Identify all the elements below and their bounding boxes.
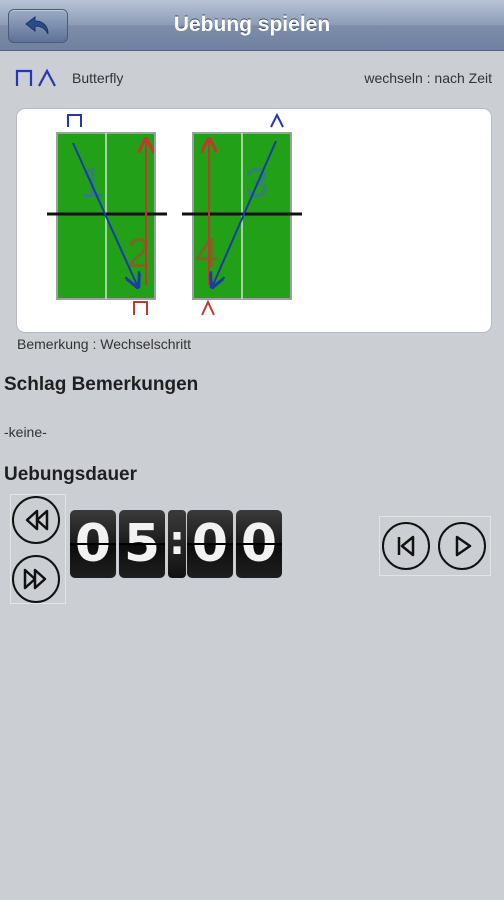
- table-diagram: 1 2 3 4: [47, 112, 302, 316]
- butterfly-icon: [15, 68, 56, 87]
- timer-separator: :: [168, 510, 186, 578]
- timer-digit: 5: [119, 510, 165, 578]
- stroke-remarks-title: Schlag Bemerkungen: [4, 374, 199, 395]
- backhand-marker-top: [270, 112, 284, 128]
- forehand-marker-bottom: [133, 301, 148, 315]
- exercise-remark: Bemerkung : Wechselschritt: [17, 336, 192, 352]
- forehand-marker-top: [67, 114, 82, 127]
- rewind-icon: [25, 509, 49, 531]
- stroke-remarks-value: -keine-: [4, 424, 47, 440]
- play-button[interactable]: [438, 522, 486, 570]
- skip-back-button[interactable]: [382, 522, 430, 570]
- skip-back-icon: [397, 535, 415, 557]
- page-title: Uebung spielen: [173, 13, 331, 36]
- exercise-diagram: 1 2 3 4: [16, 108, 492, 333]
- timer-digit: 0: [236, 510, 282, 578]
- rewind-button[interactable]: [12, 496, 60, 544]
- navigation-bar: Uebung spielen: [0, 0, 504, 51]
- mode-name: Butterfly: [72, 70, 124, 86]
- timer-digit: 0: [70, 510, 116, 578]
- switch-mode-text: wechseln : nach Zeit: [364, 70, 492, 86]
- label-4: 4: [195, 229, 218, 276]
- backhand-marker-bottom: [201, 299, 215, 316]
- fast-forward-icon: [23, 568, 47, 590]
- duration-title: Uebungsdauer: [4, 464, 138, 485]
- timer-digit: 0: [187, 510, 233, 578]
- fast-forward-button[interactable]: [12, 555, 60, 603]
- play-icon: [455, 535, 472, 557]
